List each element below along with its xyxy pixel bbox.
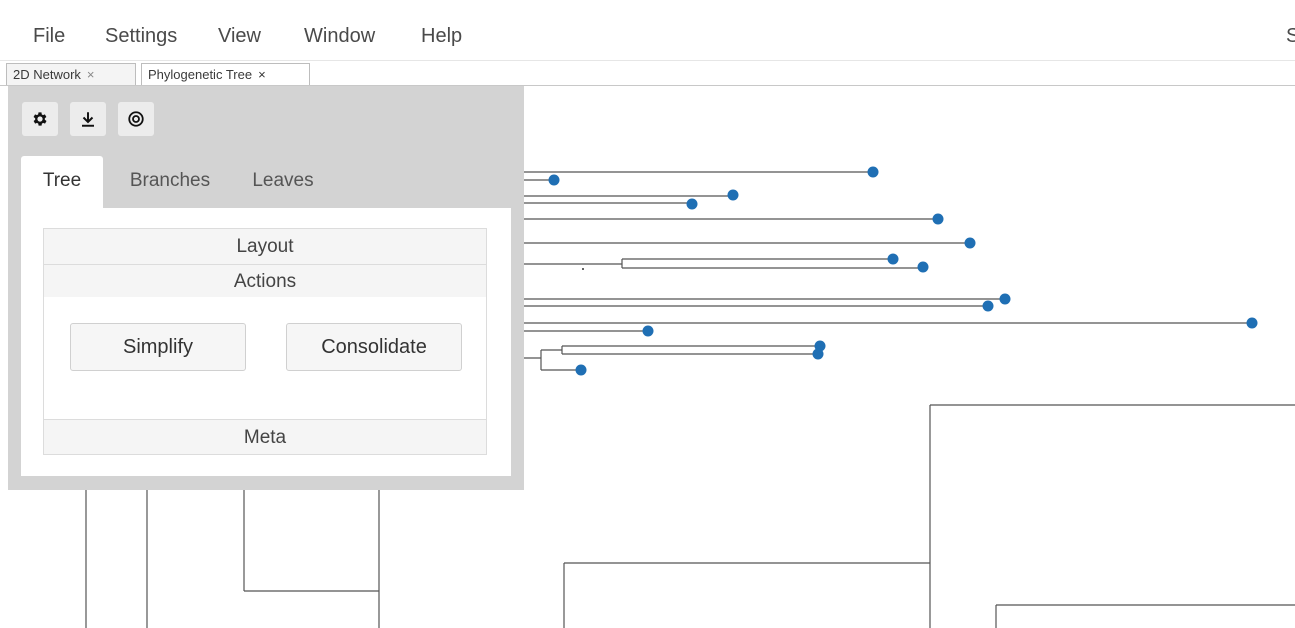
stray-dot [582, 268, 584, 270]
settings-button[interactable] [22, 102, 58, 136]
tab-phylogenetic-tree[interactable]: Phylogenetic Tree × [141, 63, 310, 85]
tab-tree[interactable]: Tree [21, 156, 103, 208]
menu-window[interactable]: Window [304, 25, 375, 48]
download-button[interactable] [70, 102, 106, 136]
menu-file[interactable]: File [33, 25, 65, 48]
section-layout[interactable]: Layout [43, 228, 487, 264]
leaf-node[interactable] [575, 364, 587, 376]
menu-help[interactable]: Help [421, 25, 462, 48]
consolidate-button[interactable]: Consolidate [286, 323, 462, 371]
leaf-node[interactable] [982, 300, 994, 312]
menu-overflow-item[interactable]: S [1286, 25, 1295, 48]
leaf-node[interactable] [812, 348, 824, 360]
leaf-node[interactable] [999, 293, 1011, 305]
actions-content: Simplify Consolidate [43, 297, 487, 419]
close-icon[interactable]: × [258, 67, 266, 82]
download-icon [82, 112, 94, 127]
simplify-button[interactable]: Simplify [70, 323, 246, 371]
section-meta[interactable]: Meta [43, 419, 487, 455]
leaf-node[interactable] [932, 213, 944, 225]
leaf-node[interactable] [887, 253, 899, 265]
tab-leaves[interactable]: Leaves [240, 156, 326, 208]
gear-icon [33, 112, 47, 126]
tab-2d-network[interactable]: 2D Network × [6, 63, 136, 85]
leaf-node[interactable] [727, 189, 739, 201]
menu-settings[interactable]: Settings [105, 25, 177, 48]
leaf-node[interactable] [917, 261, 929, 273]
leaf-node[interactable] [642, 325, 654, 337]
tab-label: 2D Network [13, 67, 81, 82]
leaf-node[interactable] [964, 237, 976, 249]
tab-label: Phylogenetic Tree [148, 67, 253, 82]
leaf-node[interactable] [867, 166, 879, 178]
app-window: File Settings View Window Help S 2D Netw… [0, 0, 1295, 628]
tab-content-tree: Layout Actions Simplify Consolidate Meta [21, 208, 511, 476]
leaf-node[interactable] [1246, 317, 1258, 329]
close-icon[interactable]: × [87, 67, 95, 82]
leaf-node[interactable] [686, 198, 698, 210]
target-icon [128, 111, 144, 127]
menu-divider [0, 60, 1295, 61]
section-actions[interactable]: Actions [43, 264, 487, 298]
center-view-button[interactable] [118, 102, 154, 136]
leaf-nodes[interactable] [548, 166, 1258, 376]
menu-bar: File Settings View Window Help S [0, 0, 1295, 60]
menu-view[interactable]: View [218, 25, 261, 48]
leaf-node[interactable] [548, 174, 560, 186]
tab-branches[interactable]: Branches [115, 156, 225, 208]
tree-control-panel: Tree Branches Leaves Layout Actions Simp… [8, 86, 524, 490]
